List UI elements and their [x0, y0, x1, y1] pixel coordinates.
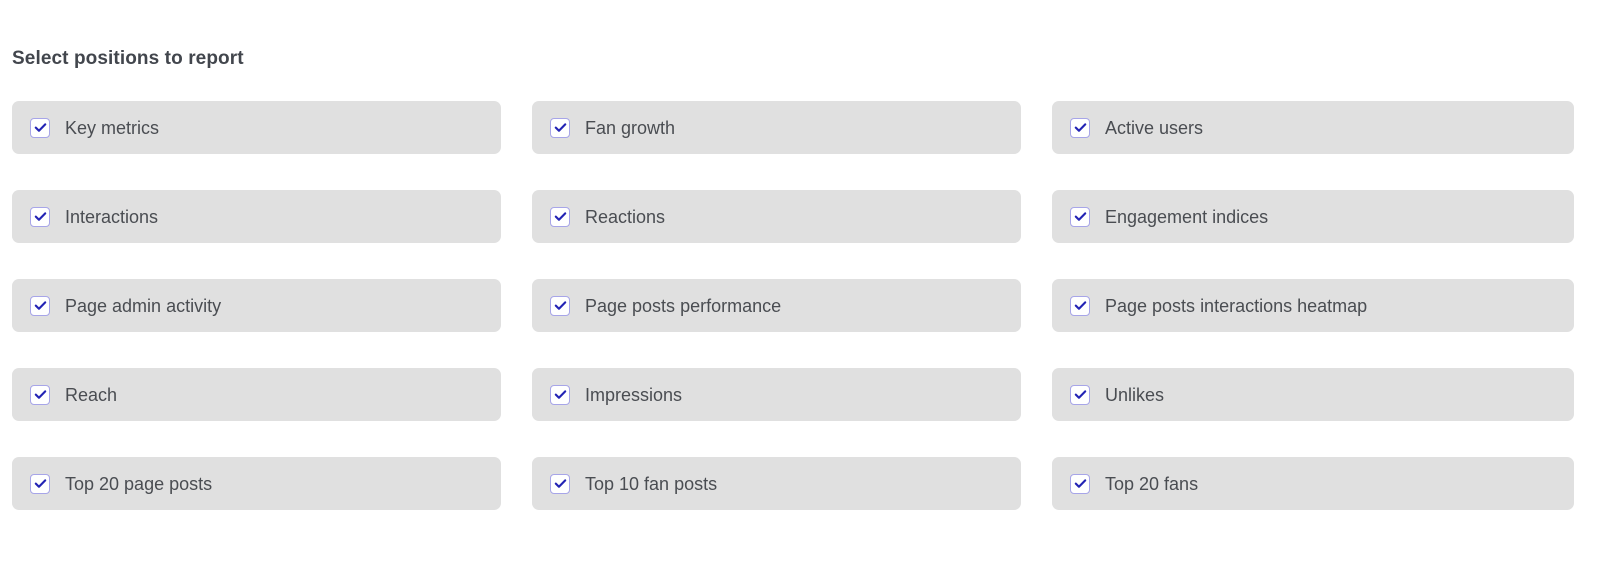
checkbox-checked-icon[interactable]: [30, 473, 50, 494]
select-positions-panel: Select positions to report Key metrics F…: [0, 0, 1600, 587]
checkbox-checked-icon[interactable]: [1070, 295, 1090, 316]
checkbox-checked-icon[interactable]: [1070, 473, 1090, 494]
checkbox-checked-icon[interactable]: [550, 117, 570, 138]
option-page-admin-activity[interactable]: Page admin activity: [12, 279, 501, 332]
option-label: Impressions: [585, 384, 683, 405]
option-label: Top 20 page posts: [65, 473, 213, 494]
option-active-users[interactable]: Active users: [1052, 101, 1574, 154]
option-label: Reactions: [585, 206, 666, 227]
option-label: Page admin activity: [65, 295, 222, 316]
option-label: Engagement indices: [1105, 206, 1269, 227]
option-label: Page posts interactions heatmap: [1105, 295, 1368, 316]
option-label: Active users: [1105, 117, 1204, 138]
checkbox-checked-icon[interactable]: [30, 384, 50, 405]
option-reactions[interactable]: Reactions: [532, 190, 1021, 243]
checkbox-checked-icon[interactable]: [550, 295, 570, 316]
option-label: Page posts performance: [585, 295, 782, 316]
option-top-20-page-posts[interactable]: Top 20 page posts: [12, 457, 501, 510]
option-unlikes[interactable]: Unlikes: [1052, 368, 1574, 421]
option-page-posts-interactions-heatmap[interactable]: Page posts interactions heatmap: [1052, 279, 1574, 332]
checkbox-checked-icon[interactable]: [1070, 206, 1090, 227]
option-label: Top 10 fan posts: [585, 473, 718, 494]
checkbox-checked-icon[interactable]: [1070, 384, 1090, 405]
option-top-10-fan-posts[interactable]: Top 10 fan posts: [532, 457, 1021, 510]
option-label: Unlikes: [1105, 384, 1165, 405]
option-impressions[interactable]: Impressions: [532, 368, 1021, 421]
checkbox-checked-icon[interactable]: [550, 473, 570, 494]
checkbox-checked-icon[interactable]: [550, 384, 570, 405]
option-label: Top 20 fans: [1105, 473, 1199, 494]
checkbox-checked-icon[interactable]: [1070, 117, 1090, 138]
option-engagement-indices[interactable]: Engagement indices: [1052, 190, 1574, 243]
option-fan-growth[interactable]: Fan growth: [532, 101, 1021, 154]
option-page-posts-performance[interactable]: Page posts performance: [532, 279, 1021, 332]
option-label: Fan growth: [585, 117, 676, 138]
option-label: Interactions: [65, 206, 159, 227]
positions-options-grid: Key metrics Fan growth Active users Inte…: [12, 101, 1574, 510]
option-top-20-fans[interactable]: Top 20 fans: [1052, 457, 1574, 510]
option-label: Key metrics: [65, 117, 160, 138]
checkbox-checked-icon[interactable]: [30, 206, 50, 227]
option-interactions[interactable]: Interactions: [12, 190, 501, 243]
option-reach[interactable]: Reach: [12, 368, 501, 421]
checkbox-checked-icon[interactable]: [30, 295, 50, 316]
checkbox-checked-icon[interactable]: [30, 117, 50, 138]
option-key-metrics[interactable]: Key metrics: [12, 101, 501, 154]
option-label: Reach: [65, 384, 118, 405]
page-title: Select positions to report: [12, 48, 244, 69]
checkbox-checked-icon[interactable]: [550, 206, 570, 227]
